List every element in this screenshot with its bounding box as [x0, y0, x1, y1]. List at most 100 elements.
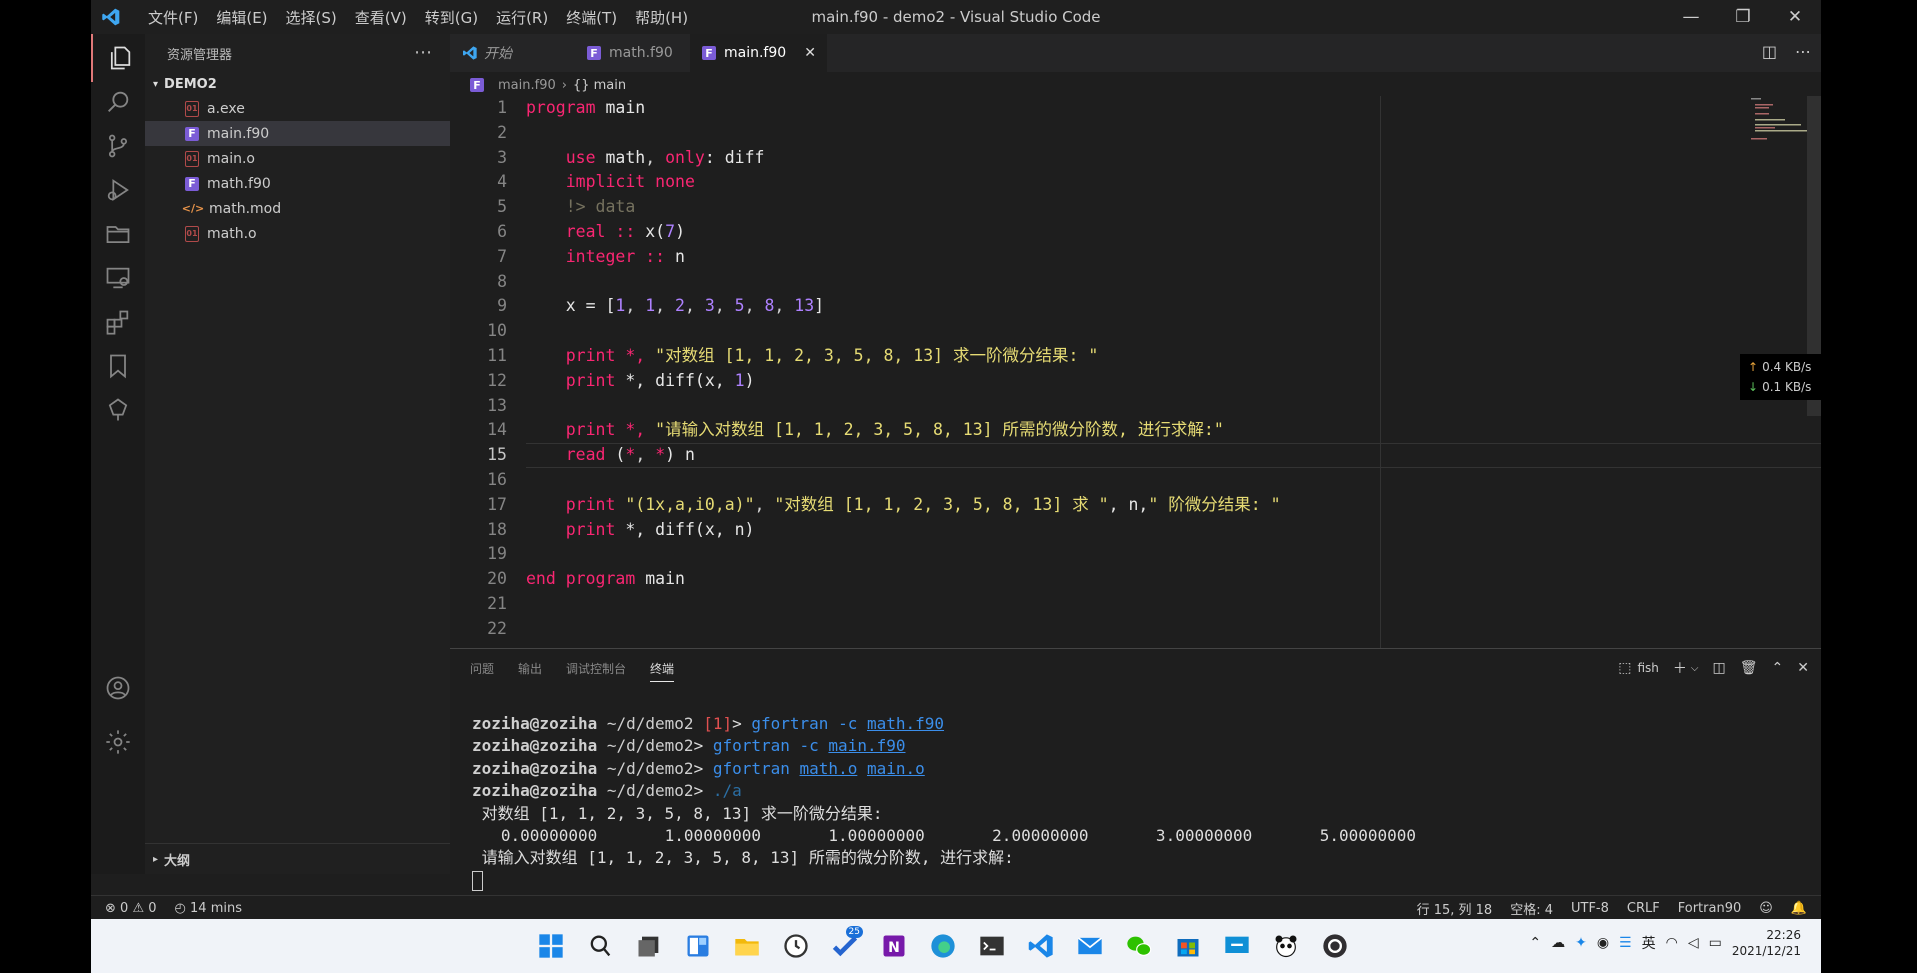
breadcrumb-symbol[interactable]: {} main	[573, 78, 626, 93]
tab-math-f90[interactable]: F math.f90	[575, 34, 687, 72]
volume-icon[interactable]: ◁	[1688, 935, 1699, 951]
language-mode[interactable]: Fortran90	[1678, 901, 1742, 916]
wechat-icon[interactable]	[1119, 926, 1159, 966]
more-actions-icon[interactable]: ⋯	[414, 42, 432, 63]
system-clock[interactable]: 22:26 2021/12/21	[1732, 927, 1801, 959]
bluetooth-icon[interactable]: ✦	[1575, 935, 1587, 951]
code-line: 5 !> data	[497, 197, 636, 217]
split-editor-icon[interactable]: ◫	[1762, 42, 1777, 61]
battery-icon[interactable]: ▭	[1709, 935, 1722, 951]
file-a-exe[interactable]: 01 a.exe	[145, 96, 450, 121]
code-line: 11 print *, "对数组 [1, 1, 2, 3, 5, 8, 13] …	[487, 345, 1099, 365]
problems-status[interactable]: ⊗ 0 ⚠ 0	[105, 901, 157, 916]
clock-app-icon[interactable]	[776, 926, 816, 966]
menu-edit[interactable]: 编辑(E)	[207, 7, 276, 28]
terminal-line: zoziha@zoziha ~/d/demo2 [1]> gfortran -c…	[472, 714, 945, 733]
clock-time: 22:26	[1766, 928, 1801, 942]
edge-browser-icon[interactable]	[923, 926, 963, 966]
file-main-f90[interactable]: F main.f90	[145, 121, 450, 146]
code-view[interactable]: 1 program main 2 3 use math, only: diff 4…	[450, 96, 1821, 642]
trash-icon[interactable]: 🗑	[1740, 660, 1758, 676]
shell-name[interactable]: fish	[1638, 661, 1659, 675]
source-control-icon[interactable]	[91, 122, 145, 170]
time-tracker[interactable]: ◴ 14 mins	[175, 901, 242, 916]
code-line: 19	[487, 544, 507, 564]
outline-section[interactable]: ▸ 大纲	[145, 843, 458, 874]
fortran-file-icon: F	[587, 46, 601, 60]
remote-explorer-icon[interactable]	[91, 254, 145, 302]
panda-tray-icon[interactable]: ◉	[1597, 935, 1609, 951]
file-main-o[interactable]: 01 main.o	[145, 146, 450, 171]
add-terminal-icon[interactable]: ＋	[1673, 658, 1687, 678]
more-actions-icon[interactable]: ⋯	[1795, 42, 1811, 61]
panda-app-icon[interactable]	[1266, 926, 1306, 966]
file-math-o[interactable]: 01 math.o	[145, 221, 450, 246]
obs-icon[interactable]	[1315, 926, 1355, 966]
store-icon[interactable]	[1168, 926, 1208, 966]
mail-icon[interactable]	[1070, 926, 1110, 966]
tab-output[interactable]: 输出	[518, 660, 542, 677]
fortran-file-icon: F	[185, 176, 199, 191]
tab-main-f90[interactable]: F main.f90 ✕	[690, 34, 827, 72]
line-ending[interactable]: CRLF	[1627, 901, 1660, 916]
menu-selection[interactable]: 选择(S)	[277, 7, 346, 28]
indentation[interactable]: 空格: 4	[1510, 899, 1553, 918]
minimize-button[interactable]: —	[1665, 0, 1717, 34]
encoding[interactable]: UTF-8	[1571, 901, 1609, 916]
code-line: 14 print *, "请输入对数组 [1, 1, 2, 3, 5, 8, 1…	[487, 420, 1224, 440]
file-math-mod[interactable]: </> math.mod	[145, 196, 450, 221]
terminal-output[interactable]: zoziha@zoziha ~/d/demo2 [1]> gfortran -c…	[472, 713, 1416, 892]
terminal-app-icon[interactable]	[972, 926, 1012, 966]
menu-run[interactable]: 运行(R)	[487, 7, 557, 28]
extensions-icon[interactable]	[91, 298, 145, 346]
ime-indicator[interactable]: 英	[1642, 933, 1656, 953]
widgets-icon[interactable]	[678, 926, 718, 966]
close-panel-icon[interactable]: ✕	[1797, 660, 1809, 676]
menu-help[interactable]: 帮助(H)	[626, 7, 697, 28]
menu-file[interactable]: 文件(F)	[139, 7, 207, 28]
project-manager-icon[interactable]	[91, 210, 145, 258]
tab-welcome[interactable]: 开始	[450, 34, 562, 72]
account-icon[interactable]	[91, 664, 145, 712]
menu-go[interactable]: 转到(G)	[416, 7, 487, 28]
onedrive-cloud-icon[interactable]: ☁	[1551, 935, 1565, 951]
run-debug-icon[interactable]	[91, 166, 145, 214]
task-view-icon[interactable]	[629, 926, 669, 966]
minimap[interactable]	[1747, 96, 1807, 156]
tree-view-icon[interactable]	[91, 386, 145, 434]
notifications-bell-icon[interactable]: 🔔	[1791, 901, 1807, 916]
menu-terminal[interactable]: 终端(T)	[557, 7, 626, 28]
file-explorer-icon[interactable]	[727, 926, 767, 966]
code-line: 6 real :: x(7)	[497, 221, 685, 241]
explorer-icon[interactable]	[91, 34, 147, 82]
folder-demo2[interactable]: ▾ DEMO2	[145, 72, 450, 96]
account-status-icon[interactable]: ☺	[1759, 901, 1773, 916]
maximize-panel-icon[interactable]: ⌃	[1772, 660, 1784, 676]
search-icon[interactable]	[91, 78, 145, 126]
search-icon[interactable]	[580, 926, 620, 966]
menu-view[interactable]: 查看(V)	[346, 7, 416, 28]
breadcrumb-file[interactable]: main.f90	[498, 78, 556, 93]
windows-start-icon[interactable]	[531, 926, 571, 966]
todo-app-icon[interactable]: 25	[825, 926, 865, 966]
tab-problems[interactable]: 问题	[470, 660, 494, 677]
split-terminal-icon[interactable]: ◫	[1713, 660, 1726, 676]
vscode-taskbar-icon[interactable]	[1021, 926, 1061, 966]
settings-gear-icon[interactable]	[91, 718, 145, 766]
close-window-button[interactable]: ✕	[1769, 0, 1821, 34]
cursor-position[interactable]: 行 15, 列 18	[1417, 899, 1493, 918]
bookmarks-icon[interactable]	[91, 342, 145, 390]
microphone-icon[interactable]: ☰	[1619, 935, 1632, 951]
chevron-up-icon[interactable]: ⌃	[1529, 935, 1541, 951]
tab-terminal[interactable]: 终端	[650, 655, 675, 682]
explorer-sidebar: 资源管理器 ⋯ ▾ DEMO2 01 a.exe F main.f90 01 m…	[145, 34, 458, 874]
remote-desktop-icon[interactable]	[1217, 926, 1257, 966]
chevron-down-icon[interactable]: ⌵	[1691, 663, 1699, 674]
restore-button[interactable]: ❐	[1717, 0, 1769, 34]
onenote-icon[interactable]: N	[874, 926, 914, 966]
close-tab-icon[interactable]: ✕	[804, 45, 816, 61]
code-line: 10	[487, 321, 507, 341]
wifi-icon[interactable]: ◠	[1666, 935, 1678, 951]
file-math-f90[interactable]: F math.f90	[145, 171, 450, 196]
tab-debug-console[interactable]: 调试控制台	[566, 660, 626, 677]
